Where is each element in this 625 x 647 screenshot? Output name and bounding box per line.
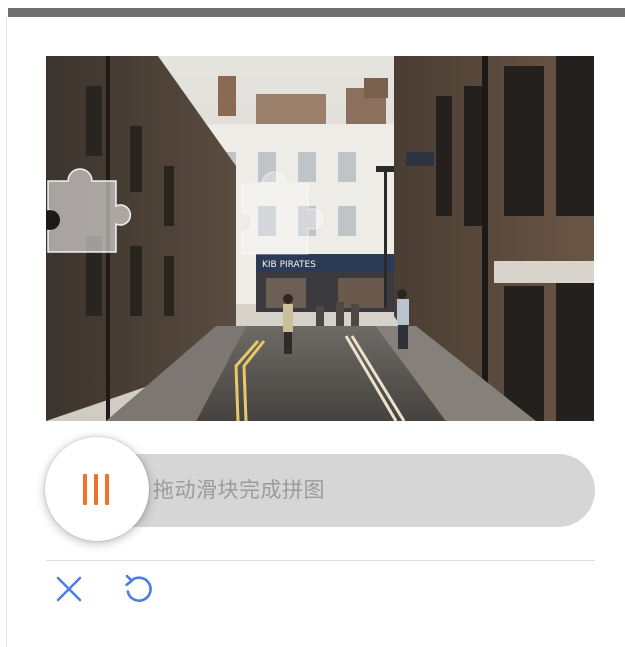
close-icon — [56, 576, 82, 602]
puzzle-image: KIB PIRATES — [46, 56, 594, 421]
slider-hint-text: 拖动滑块完成拼图 — [153, 478, 325, 502]
slider-track[interactable]: 拖动滑块完成拼图 — [96, 454, 595, 527]
close-button[interactable] — [52, 572, 86, 606]
street-scene-illustration: KIB PIRATES — [46, 56, 594, 421]
dialog-top-border — [8, 8, 625, 17]
slider-handle[interactable] — [45, 437, 149, 541]
refresh-button[interactable] — [121, 571, 157, 607]
storefront-sign: KIB PIRATES — [262, 260, 316, 270]
captcha-dialog: KIB PIRATES 拖动滑块完成拼图 — [0, 0, 625, 647]
footer-divider — [46, 560, 595, 561]
grip-icon — [81, 474, 112, 505]
refresh-icon — [125, 574, 152, 602]
dialog-left-border — [6, 17, 7, 647]
